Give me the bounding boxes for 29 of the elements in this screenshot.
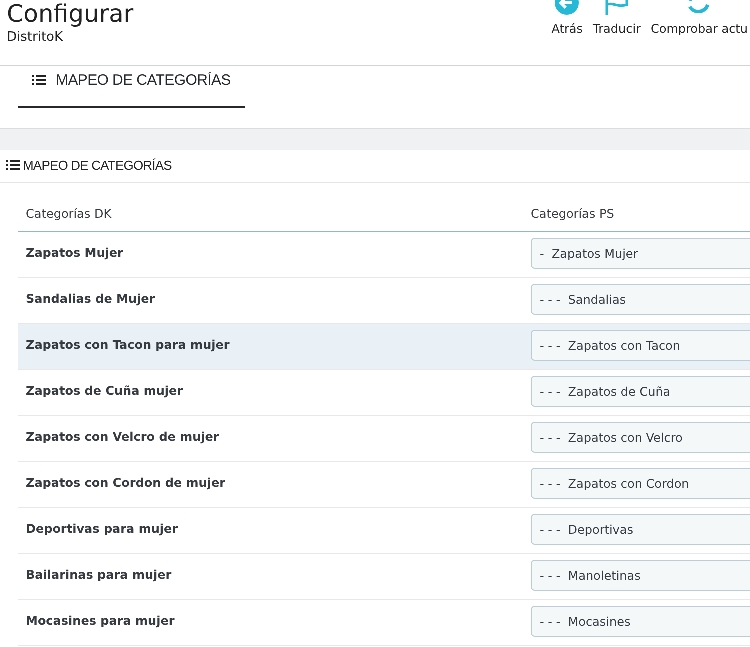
table-cell-text: Deportivas para mujer	[25, 521, 180, 538]
table-cell-text: Zapatos Mujer	[25, 245, 124, 262]
category-select[interactable]: - - - Manoletinas	[531, 560, 750, 591]
list-icon	[6, 159, 20, 173]
toolbar-button[interactable]: Comprobar actu	[650, 0, 748, 65]
panel-heading: MAPEO DE CATEGORÍAS	[23, 157, 172, 176]
table-cell-text: Zapatos con Cordon de mujer	[25, 475, 227, 492]
category-select[interactable]: - Zapatos Mujer	[531, 238, 750, 269]
table-cell-text: Sandalias de Mujer	[25, 291, 156, 308]
table-cell-text: Zapatos con Velcro de mujer	[25, 429, 220, 446]
column-header: Categorías DK	[25, 206, 113, 223]
list-icon	[32, 74, 46, 88]
toolbar-button[interactable]: Atrás	[552, 0, 584, 65]
category-select[interactable]: - - - Mocasines	[531, 606, 750, 637]
table-cell-text: Bailarinas para mujer	[25, 567, 173, 584]
tab[interactable]: MAPEO DE CATEGORÍAS	[18, 66, 245, 108]
category-select[interactable]: - - - Deportivas	[531, 514, 750, 545]
category-select[interactable]: - - - Zapatos con Cordon	[531, 468, 750, 499]
page-title: Configurar	[7, 0, 134, 28]
page-subtitle: DistritoK	[7, 29, 64, 47]
category-select[interactable]: - - - Zapatos con Tacon	[531, 330, 750, 361]
table-cell-text: Zapatos con Tacon para mujer	[25, 337, 231, 354]
toolbar-button[interactable]: Traducir	[593, 0, 641, 65]
category-select[interactable]: - - - Zapatos con Velcro	[531, 422, 750, 453]
category-select[interactable]: - - - Sandalias	[531, 284, 750, 315]
table-cell-text: Mocasines para mujer	[25, 613, 176, 630]
category-select[interactable]: - - - Zapatos de Cuña	[531, 376, 750, 407]
column-header: Categorías PS	[531, 206, 614, 223]
table-cell-text: Zapatos de Cuña mujer	[25, 383, 184, 400]
